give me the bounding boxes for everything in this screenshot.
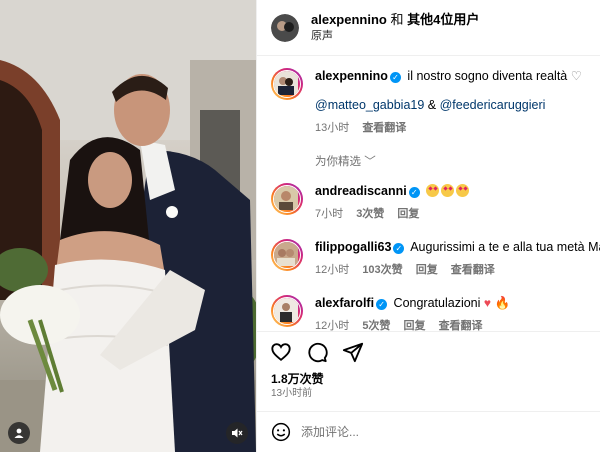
comment-time[interactable]: 12小时 (315, 320, 349, 331)
comment-meta: 12小时 5次赞 回复 查看翻译 (315, 318, 510, 331)
paper-plane-icon (342, 342, 364, 362)
translate-button[interactable]: 查看翻译 (451, 264, 495, 276)
header-authors: alexpennino 和 其他4位用户 (311, 12, 479, 28)
comment-username[interactable]: andreadiscanni (315, 184, 407, 198)
smiley-icon[interactable] (271, 422, 291, 442)
fire-emoji-icon: 🔥 (494, 296, 511, 310)
author-avatar[interactable] (271, 13, 299, 42)
header-others[interactable]: 其他4位用户 (407, 12, 479, 27)
comment-likes[interactable]: 5次赞 (362, 320, 390, 331)
mute-button[interactable] (226, 422, 248, 444)
like-button[interactable] (269, 340, 293, 364)
post-photo[interactable] (0, 0, 256, 452)
comment-body: andreadiscanni ✓ 7小时 3次赞 回复 (315, 183, 471, 223)
heart-eyes-emoji-icon (426, 184, 440, 197)
heart-outline-icon: ♡ (570, 69, 582, 83)
mention-link[interactable]: @matteo_gabbia19 (315, 98, 424, 112)
share-button[interactable] (341, 340, 365, 364)
section-label: 为你精选 (315, 156, 361, 168)
comment-likes[interactable]: 3次赞 (356, 208, 384, 220)
comment-text: Augurissimi a te e alla tua metà Matte (410, 240, 600, 254)
verified-badge-icon: ✓ (393, 243, 405, 254)
comment-composer (257, 412, 600, 452)
comments-list[interactable]: alexpennino ✓ il nostro sogno diventa rea… (257, 56, 600, 331)
comment-avatar[interactable] (271, 183, 303, 215)
avatar-image (274, 298, 298, 322)
comment-body: filippogalli63 ✓ Augurissimi a te e alla … (315, 239, 600, 279)
header-audio[interactable]: 原声 (311, 28, 479, 44)
verified-badge-icon: ✓ (408, 187, 420, 198)
avatar-image (274, 71, 298, 95)
comment-text: Congratulazioni (393, 296, 481, 310)
comment-button[interactable] (305, 340, 329, 364)
heart-eyes-emoji-icon (441, 184, 455, 197)
person-icon (14, 428, 24, 438)
red-heart-emoji-icon: ♥ (483, 296, 492, 310)
post-header: alexpennino 和 其他4位用户 原声 (257, 0, 600, 56)
header-text: alexpennino 和 其他4位用户 原声 (311, 12, 479, 44)
mention-separator: & (427, 98, 437, 112)
comment-time[interactable]: 7小时 (315, 208, 343, 220)
comment-body: alexfarolfi ✓ Congratulazioni ♥ 🔥 12小时 5次… (315, 295, 510, 331)
caption-time[interactable]: 13小时 (315, 122, 349, 134)
reply-button[interactable]: 回复 (404, 320, 426, 331)
mention-link[interactable]: @feedericaruggieri (440, 98, 546, 112)
caption-meta: 13小时 查看翻译 (315, 120, 582, 137)
heart-icon (271, 342, 291, 361)
post-timestamp[interactable]: 13小时前 (257, 387, 600, 412)
user-tag-button[interactable] (8, 422, 30, 444)
caption: alexpennino ✓ il nostro sogno diventa rea… (271, 68, 586, 137)
translate-button[interactable]: 查看翻译 (362, 122, 406, 134)
comment: andreadiscanni ✓ 7小时 3次赞 回复 (271, 183, 586, 223)
translate-button[interactable]: 查看翻译 (439, 320, 483, 331)
comment-avatar[interactable] (271, 239, 303, 271)
reply-button[interactable]: 回复 (416, 264, 438, 276)
caption-text: il nostro sogno diventa realtà (407, 69, 568, 83)
comment-bubble-icon (308, 342, 328, 362)
caption-avatar[interactable] (271, 68, 303, 100)
comment-username[interactable]: filippogalli63 (315, 240, 391, 254)
comment-input[interactable] (301, 425, 561, 439)
avatar-image (274, 242, 298, 266)
post-details-panel: alexpennino 和 其他4位用户 原声 alexpennino ✓ il… (256, 0, 600, 452)
comment: alexfarolfi ✓ Congratulazioni ♥ 🔥 12小时 5次… (271, 295, 586, 331)
reply-button[interactable]: 回复 (397, 208, 419, 220)
for-you-section-label[interactable]: 为你精选 ﹀ (315, 153, 586, 169)
comment-meta: 12小时 103次赞 回复 查看翻译 (315, 262, 600, 279)
muted-speaker-icon (232, 428, 243, 438)
verified-badge-icon: ✓ (389, 72, 401, 83)
header-username[interactable]: alexpennino (311, 12, 387, 27)
comment-avatar[interactable] (271, 295, 303, 327)
wedding-photo-image (0, 0, 256, 452)
post-actions (257, 331, 600, 371)
avatar-image (271, 13, 299, 42)
caption-body: alexpennino ✓ il nostro sogno diventa rea… (315, 68, 582, 137)
comment-time[interactable]: 12小时 (315, 264, 349, 276)
comment-meta: 7小时 3次赞 回复 (315, 206, 471, 223)
comment: filippogalli63 ✓ Augurissimi a te e alla … (271, 239, 600, 279)
header-connector: 和 (390, 11, 404, 27)
caption-username[interactable]: alexpennino (315, 69, 388, 83)
comment-likes[interactable]: 103次赞 (362, 264, 402, 276)
comment-username[interactable]: alexfarolfi (315, 296, 374, 310)
verified-badge-icon: ✓ (376, 299, 388, 310)
avatar-image (274, 186, 298, 210)
likes-count[interactable]: 1.8万次赞 (257, 371, 600, 387)
chevron-down-icon: ﹀ (364, 156, 376, 168)
heart-eyes-emoji-icon (456, 184, 470, 197)
